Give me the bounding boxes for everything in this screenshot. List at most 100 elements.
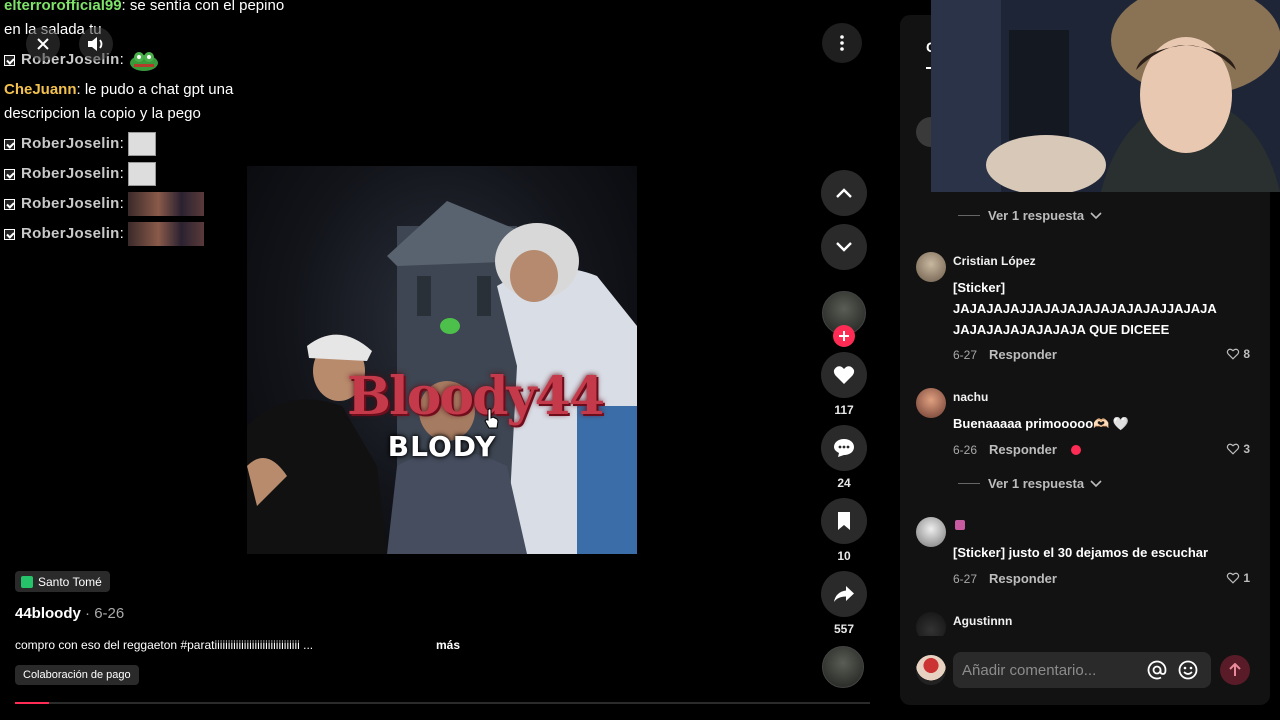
video-description: compro con eso del reggaeton #paratiiiii… <box>15 638 314 652</box>
plus-icon <box>839 331 849 341</box>
chevron-up-icon <box>836 188 852 198</box>
streamer-webcam <box>931 0 1280 192</box>
view-replies-label: Ver 1 respuesta <box>988 208 1085 223</box>
comment-meta: 6-26 Responder <box>953 442 1081 457</box>
badge-icon <box>4 168 15 180</box>
divider <box>958 215 980 216</box>
location-chip[interactable]: Santo Tomé <box>15 571 110 592</box>
video-progress-bar[interactable] <box>15 702 870 704</box>
comment-avatar[interactable] <box>916 612 946 636</box>
like-count: 117 <box>834 403 854 417</box>
follow-button[interactable] <box>833 325 855 347</box>
video-progress-fill <box>15 702 50 704</box>
thumb-emote-icon <box>127 132 156 156</box>
reply-button[interactable]: Responder <box>989 347 1057 362</box>
volume-icon <box>88 37 103 51</box>
close-button[interactable] <box>26 27 60 61</box>
next-video-button[interactable] <box>821 224 867 270</box>
chevron-down-icon <box>1090 479 1102 487</box>
heart-icon <box>833 366 855 384</box>
badge-icon <box>4 198 15 210</box>
comment-avatar[interactable] <box>916 517 946 547</box>
video-logo-text: Bloody44 <box>347 366 605 427</box>
volume-button[interactable] <box>79 27 113 61</box>
view-replies-button[interactable]: Ver 1 respuesta <box>958 476 1102 491</box>
thumb-emote-icon <box>127 162 156 186</box>
comment-item: [Sticker] justo el 30 dejamos de escucha… <box>916 517 1256 597</box>
comment-text: Buenaaaaa primooooo🫶🏻 🤍 <box>953 416 1130 431</box>
my-avatar <box>916 655 946 685</box>
reply-button[interactable]: Responder <box>989 442 1057 457</box>
chevron-down-icon <box>836 242 852 252</box>
comment-author[interactable]: nachu <box>953 390 988 404</box>
wide-emote-icon <box>127 192 204 216</box>
comment-text: [Sticker] justo el 30 dejamos de escucha… <box>953 545 1209 560</box>
save-button[interactable] <box>821 498 867 544</box>
mention-icon[interactable] <box>1147 660 1167 680</box>
comment-date: 6-27 <box>953 347 978 362</box>
comment-input[interactable]: Añadir comentario... <box>953 652 1211 688</box>
webcam-image <box>931 0 1280 192</box>
comment-like-count: 8 <box>1243 347 1250 361</box>
comment-item: Cristian López [Sticker] JAJAJAJAJJAJAJA… <box>916 252 1256 372</box>
more-link[interactable]: más <box>436 638 460 652</box>
comment-item: Agustinnn <box>916 612 1256 636</box>
comment-button[interactable] <box>821 425 867 471</box>
comment-author[interactable]: Cristian López <box>953 254 1036 268</box>
paid-partnership-chip: Colaboración de pago <box>15 665 139 685</box>
comment-date: 6-26 <box>953 442 978 457</box>
chat-text: : <box>119 225 124 242</box>
emoji-icon[interactable] <box>1178 660 1198 680</box>
view-replies-button[interactable]: Ver 1 respuesta <box>958 208 1102 223</box>
reply-button[interactable]: Responder <box>989 571 1057 586</box>
comment-like-button[interactable]: 3 <box>1226 442 1250 456</box>
chat-username: RoberJoselin <box>21 195 120 212</box>
chat-username: CheJuann <box>4 81 77 98</box>
sound-disc-avatar[interactable] <box>822 646 864 688</box>
send-comment-button[interactable] <box>1220 655 1250 685</box>
video-player[interactable]: Bloody44 BLODY <box>247 166 637 554</box>
previous-video-button[interactable] <box>821 170 867 216</box>
comment-date: 6-27 <box>953 571 978 586</box>
chat-message: CheJuann: le pudo a chat gpt una descrip… <box>4 78 304 126</box>
comment-input-placeholder: Añadir comentario... <box>962 661 1097 679</box>
chat-username: elterrorofficial99 <box>4 0 122 14</box>
share-button[interactable] <box>821 571 867 617</box>
author-line: 44bloody · 6-26 <box>15 605 124 622</box>
view-replies-label: Ver 1 respuesta <box>988 476 1085 491</box>
chat-message: RoberJoselin: <box>4 132 304 156</box>
video-frame-image <box>247 201 637 554</box>
share-arrow-icon <box>834 586 854 602</box>
heart-outline-icon <box>1227 443 1240 455</box>
arrow-up-icon <box>1229 663 1241 676</box>
comment-meta: 6-27 Responder <box>953 347 1057 362</box>
location-pin-icon <box>21 575 33 588</box>
badge-icon <box>4 228 15 240</box>
chat-text: : <box>119 165 124 182</box>
chat-text: : <box>119 51 124 68</box>
more-options-button[interactable] <box>822 23 862 63</box>
comment-count: 24 <box>837 476 851 490</box>
comment-like-button[interactable]: 8 <box>1226 347 1250 361</box>
close-icon <box>37 38 49 50</box>
comment-like-button[interactable]: 1 <box>1226 571 1250 585</box>
divider <box>958 483 980 484</box>
comment-avatar[interactable] <box>916 252 946 282</box>
comment-avatar[interactable] <box>916 388 946 418</box>
comment-text: [Sticker] JAJAJAJAJJAJAJAJAJAJAJAJAJJAJA… <box>953 280 1217 337</box>
author-name[interactable]: 44bloody <box>15 605 81 622</box>
chat-username: RoberJoselin <box>21 225 120 242</box>
badge-icon <box>4 138 15 150</box>
heart-outline-icon <box>1227 348 1240 360</box>
bookmark-icon <box>838 512 850 530</box>
cursor-hand-icon <box>484 408 499 429</box>
sticker-icon <box>955 520 965 530</box>
comment-author[interactable]: Agustinnn <box>953 614 1012 628</box>
location-label: Santo Tomé <box>38 574 102 589</box>
like-button[interactable] <box>821 352 867 398</box>
heart-outline-icon <box>1227 572 1240 584</box>
comment-like-count: 3 <box>1243 442 1250 456</box>
comment-meta: 6-27 Responder <box>953 571 1057 586</box>
comment-like-count: 1 <box>1243 571 1250 585</box>
comment-item: nachu Buenaaaaa primooooo🫶🏻 🤍 6-26 Respo… <box>916 388 1256 468</box>
